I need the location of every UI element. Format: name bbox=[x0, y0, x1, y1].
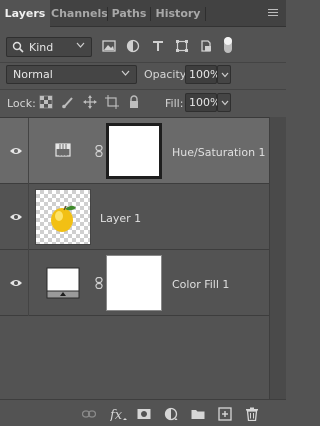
new-layer-icon[interactable] bbox=[218, 407, 232, 421]
tab-divider bbox=[205, 7, 206, 21]
filter-kind-select[interactable]: Kind bbox=[6, 37, 92, 57]
panel-bottom-toolbar: fx bbox=[0, 399, 286, 426]
type-filter-icon[interactable] bbox=[150, 38, 166, 54]
lock-position-icon[interactable] bbox=[83, 95, 97, 109]
fill-input[interactable]: 100% bbox=[185, 93, 220, 112]
lock-all-icon[interactable] bbox=[127, 95, 141, 109]
fx-icon[interactable]: fx bbox=[110, 407, 128, 421]
delete-layer-trash-icon[interactable] bbox=[245, 407, 259, 421]
row-divider bbox=[28, 118, 29, 184]
filter-toggle[interactable] bbox=[224, 37, 232, 53]
search-icon bbox=[12, 41, 24, 53]
layers-list: Hue/Saturation 1 Layer 1 Color Fill 1 bbox=[0, 117, 269, 399]
opacity-dropdown-button[interactable] bbox=[217, 65, 231, 84]
layers-panel: Layers Channels Paths History Kind Norma… bbox=[0, 0, 286, 426]
new-group-folder-icon[interactable] bbox=[191, 407, 205, 421]
tab-channels[interactable]: Channels bbox=[51, 0, 108, 27]
chevron-down-icon bbox=[121, 70, 130, 76]
link-layers-icon[interactable] bbox=[82, 407, 96, 421]
layer-name: Hue/Saturation 1 bbox=[172, 146, 266, 159]
new-adjustment-layer-icon[interactable] bbox=[164, 407, 178, 421]
opacity-input[interactable]: 100% bbox=[185, 65, 220, 84]
tab-paths[interactable]: Paths bbox=[108, 0, 150, 27]
chevron-down-icon bbox=[76, 42, 85, 48]
blend-mode-value: Normal bbox=[13, 68, 53, 81]
link-chain-icon[interactable] bbox=[95, 277, 103, 289]
shape-filter-icon[interactable] bbox=[174, 38, 190, 54]
divider bbox=[0, 89, 286, 90]
lock-image-pixels-icon[interactable] bbox=[61, 95, 75, 109]
link-chain-icon[interactable] bbox=[95, 145, 103, 157]
visibility-eye-icon[interactable] bbox=[9, 212, 23, 222]
visibility-eye-icon[interactable] bbox=[9, 278, 23, 288]
layer-row-color-fill[interactable]: Color Fill 1 bbox=[0, 250, 269, 316]
lock-artboard-icon[interactable] bbox=[105, 95, 119, 109]
tab-layers[interactable]: Layers bbox=[0, 0, 50, 28]
image-filter-icon[interactable] bbox=[101, 38, 117, 54]
lock-transparent-pixels-icon[interactable] bbox=[39, 95, 53, 109]
smart-object-filter-icon[interactable] bbox=[198, 38, 214, 54]
filter-kind-label: Kind bbox=[29, 41, 54, 54]
fill-dropdown-button[interactable] bbox=[217, 93, 231, 112]
layer-name: Color Fill 1 bbox=[172, 278, 230, 291]
layer-name: Layer 1 bbox=[100, 212, 142, 225]
chevron-down-icon bbox=[221, 72, 229, 78]
layer-thumbnail[interactable] bbox=[35, 189, 91, 245]
chevron-down-icon bbox=[221, 100, 229, 106]
layer-row-hue-saturation[interactable]: Hue/Saturation 1 bbox=[0, 118, 269, 184]
layer-mask-thumbnail[interactable] bbox=[106, 123, 162, 179]
row-divider bbox=[28, 250, 29, 316]
divider bbox=[0, 62, 286, 63]
fill-layer-icon bbox=[46, 267, 80, 299]
lock-label: Lock: bbox=[7, 97, 36, 110]
layer-row-layer-1[interactable]: Layer 1 bbox=[0, 184, 269, 250]
adjustment-filter-icon[interactable] bbox=[125, 38, 141, 54]
svg-text:fx: fx bbox=[110, 408, 123, 421]
fill-label: Fill: bbox=[165, 97, 184, 110]
layer-mask-thumbnail[interactable] bbox=[106, 255, 162, 311]
lemon-image bbox=[51, 205, 76, 232]
panel-menu-icon[interactable] bbox=[268, 9, 278, 17]
panel-tab-bar: Layers Channels Paths History bbox=[0, 0, 286, 28]
visibility-eye-icon[interactable] bbox=[9, 146, 23, 156]
blend-mode-select[interactable]: Normal bbox=[6, 65, 137, 84]
layers-scrollbar[interactable] bbox=[269, 117, 286, 399]
row-divider bbox=[28, 184, 29, 250]
add-mask-icon[interactable] bbox=[137, 407, 151, 421]
adjustment-layer-icon bbox=[55, 143, 71, 157]
opacity-label: Opacity: bbox=[144, 68, 190, 81]
tab-history[interactable]: History bbox=[151, 0, 205, 27]
